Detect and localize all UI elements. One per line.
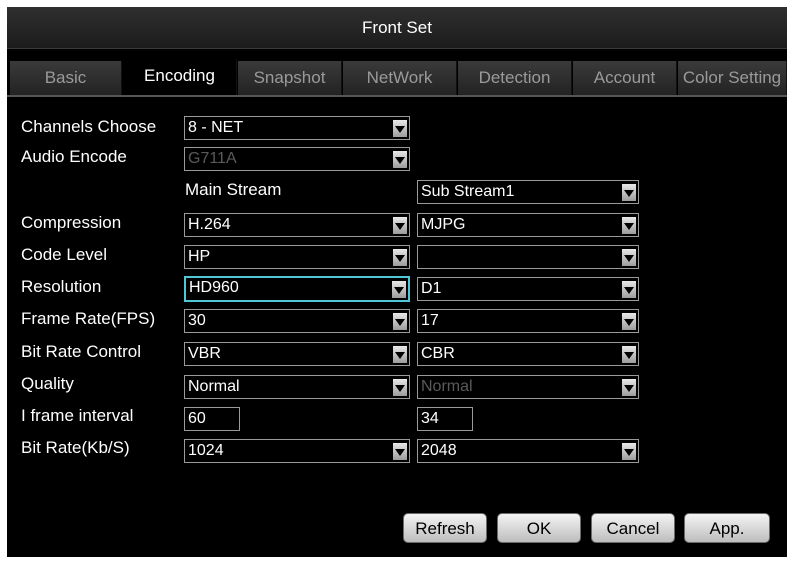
front-set-window: Front Set Basic Encoding Snapshot NetWor… [7, 7, 787, 557]
channels-choose-select[interactable]: 8 - NET [184, 116, 410, 140]
chevron-down-icon [393, 120, 407, 137]
frame-rate-label: Frame Rate(FPS) [21, 309, 156, 328]
compression-main-value: H.264 [188, 216, 231, 233]
code-level-label: Code Level [21, 245, 108, 264]
bitrate-control-sub-value: CBR [421, 345, 455, 362]
channels-choose-label: Channels Choose [21, 117, 157, 136]
bitrate-main-value: 1024 [188, 442, 224, 459]
resolution-sub-value: D1 [421, 280, 442, 297]
quality-main-select[interactable]: Normal [184, 375, 410, 399]
bitrate-control-main-select[interactable]: VBR [184, 342, 410, 366]
compression-main-select[interactable]: H.264 [184, 213, 410, 237]
ok-button[interactable]: OK [497, 513, 581, 543]
tab-divider [7, 95, 787, 97]
main-stream-header: Main Stream [185, 180, 282, 199]
quality-sub-value: Normal [421, 378, 473, 395]
audio-encode-select[interactable]: G711A [184, 147, 410, 171]
tab-network[interactable]: NetWork [343, 61, 457, 95]
iframe-interval-main-input[interactable]: 60 [184, 407, 240, 431]
resolution-main-value: HD960 [189, 279, 239, 296]
code-level-main-select[interactable]: HP [184, 245, 410, 269]
chevron-down-icon [393, 346, 407, 363]
bitrate-main-select[interactable]: 1024 [184, 439, 410, 463]
compression-sub-select[interactable]: MJPG [417, 213, 639, 237]
resolution-sub-select[interactable]: D1 [417, 277, 639, 301]
frame-rate-main-select[interactable]: 30 [184, 309, 410, 333]
compression-sub-value: MJPG [421, 216, 466, 233]
chevron-down-icon [622, 249, 636, 266]
tab-bar: Basic Encoding Snapshot NetWork Detectio… [7, 57, 787, 95]
chevron-down-icon [393, 379, 407, 396]
frame-rate-main-value: 30 [188, 312, 206, 329]
bitrate-control-label: Bit Rate Control [21, 342, 141, 361]
resolution-main-select[interactable]: HD960 [184, 276, 410, 302]
chevron-down-icon [622, 443, 636, 460]
compression-label: Compression [21, 213, 122, 232]
audio-encode-value: G711A [188, 150, 237, 167]
channels-choose-value: 8 - NET [188, 119, 244, 136]
iframe-interval-label: I frame interval [21, 406, 134, 425]
frame-rate-sub-select[interactable]: 17 [417, 309, 639, 333]
refresh-button[interactable]: Refresh [403, 513, 487, 543]
bitrate-sub-value: 2048 [421, 442, 457, 459]
window-title: Front Set [7, 7, 787, 49]
chevron-down-icon [392, 281, 406, 298]
chevron-down-icon [622, 313, 636, 330]
chevron-down-icon [393, 151, 407, 168]
chevron-down-icon [393, 313, 407, 330]
bitrate-control-main-value: VBR [188, 345, 221, 362]
code-level-sub-select[interactable] [417, 245, 639, 269]
quality-main-value: Normal [188, 378, 240, 395]
tab-detection[interactable]: Detection [458, 61, 572, 95]
frame-rate-sub-value: 17 [421, 312, 439, 329]
sub-stream-value: Sub Stream1 [421, 183, 515, 200]
tab-snapshot[interactable]: Snapshot [238, 61, 342, 95]
audio-encode-label: Audio Encode [21, 147, 127, 166]
quality-sub-select[interactable]: Normal [417, 375, 639, 399]
resolution-label: Resolution [21, 277, 102, 296]
bitrate-sub-select[interactable]: 2048 [417, 439, 639, 463]
sub-stream-select[interactable]: Sub Stream1 [417, 180, 639, 204]
tab-encoding[interactable]: Encoding [123, 59, 237, 95]
chevron-down-icon [393, 249, 407, 266]
code-level-main-value: HP [188, 248, 211, 265]
chevron-down-icon [393, 217, 407, 234]
cancel-button[interactable]: Cancel [591, 513, 675, 543]
tab-basic[interactable]: Basic [10, 61, 122, 95]
chevron-down-icon [393, 443, 407, 460]
apply-button[interactable]: App. [684, 513, 770, 543]
chevron-down-icon [622, 346, 636, 363]
bitrate-control-sub-select[interactable]: CBR [417, 342, 639, 366]
tab-account[interactable]: Account [573, 61, 677, 95]
chevron-down-icon [622, 281, 636, 298]
quality-label: Quality [21, 374, 74, 393]
bitrate-label: Bit Rate(Kb/S) [21, 438, 130, 457]
iframe-interval-sub-input[interactable]: 34 [417, 407, 473, 431]
chevron-down-icon [622, 184, 636, 201]
tab-color-setting[interactable]: Color Setting [678, 61, 787, 95]
chevron-down-icon [622, 217, 636, 234]
chevron-down-icon [622, 379, 636, 396]
